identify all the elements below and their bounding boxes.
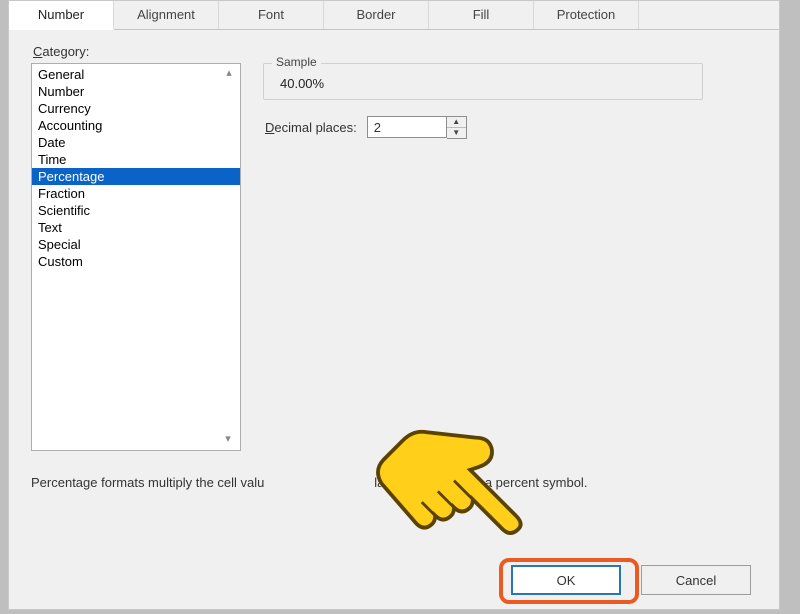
category-item-number[interactable]: Number [32, 83, 240, 100]
category-label: Category: [33, 44, 757, 59]
tab-protection[interactable]: Protection [534, 1, 639, 29]
settings-panel: Sample 40.00% Decimal places: ▲ ▼ [263, 63, 757, 451]
category-item-fraction[interactable]: Fraction [32, 185, 240, 202]
category-item-special[interactable]: Special [32, 236, 240, 253]
category-listbox[interactable]: General Number Currency Accounting Date … [31, 63, 241, 451]
category-item-currency[interactable]: Currency [32, 100, 240, 117]
sample-value: 40.00% [280, 76, 692, 91]
ok-button[interactable]: OK [511, 565, 621, 595]
dialog-body: Category: General Number Currency Accoun… [9, 30, 779, 451]
decimal-places-input[interactable] [367, 116, 447, 138]
sample-legend: Sample [272, 55, 321, 69]
category-item-text[interactable]: Text [32, 219, 240, 236]
tab-alignment[interactable]: Alignment [114, 1, 219, 29]
spinner-up-icon[interactable]: ▲ [447, 117, 466, 128]
spinner-down-icon[interactable]: ▼ [447, 128, 466, 138]
decimal-places-spinner[interactable]: ▲ ▼ [367, 116, 467, 139]
tab-fill[interactable]: Fill [429, 1, 534, 29]
listbox-scrollbar[interactable]: ▴ [220, 66, 238, 346]
tab-border[interactable]: Border [324, 1, 429, 29]
category-item-scientific[interactable]: Scientific [32, 202, 240, 219]
category-item-time[interactable]: Time [32, 151, 240, 168]
tab-bar: Number Alignment Font Border Fill Protec… [9, 1, 779, 30]
category-item-percentage[interactable]: Percentage [32, 168, 240, 185]
sample-group: Sample 40.00% [263, 63, 703, 100]
category-item-general[interactable]: General [32, 66, 240, 83]
decimal-places-label: Decimal places: [265, 120, 357, 135]
tab-number[interactable]: Number [9, 1, 114, 30]
scroll-down-icon[interactable]: ▾ [220, 432, 236, 446]
format-cells-dialog: Number Alignment Font Border Fill Protec… [8, 0, 780, 610]
scroll-up-icon[interactable]: ▴ [221, 66, 237, 80]
cancel-button[interactable]: Cancel [641, 565, 751, 595]
category-item-custom[interactable]: Custom [32, 253, 240, 270]
category-item-date[interactable]: Date [32, 134, 240, 151]
tab-font[interactable]: Font [219, 1, 324, 29]
category-description: Percentage formats multiply the cell val… [31, 475, 587, 490]
dialog-button-row: OK Cancel [511, 565, 751, 595]
category-item-accounting[interactable]: Accounting [32, 117, 240, 134]
